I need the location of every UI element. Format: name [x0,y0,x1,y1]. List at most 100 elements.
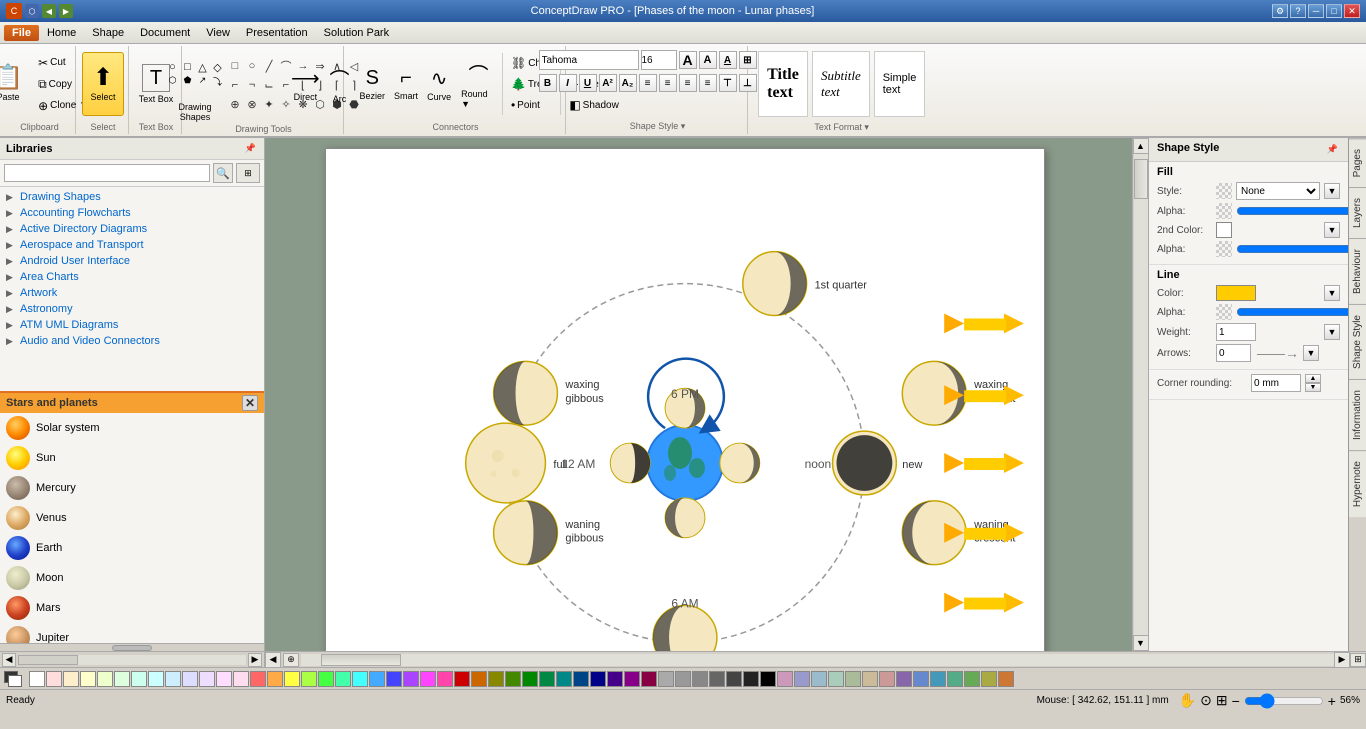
menu-presentation[interactable]: Presentation [238,25,316,41]
font-family-input[interactable] [539,50,639,70]
color-darkteal[interactable] [539,671,555,687]
color-muted4[interactable] [947,671,963,687]
line-arrows-dropdown[interactable]: ▼ [1303,345,1319,361]
side-tab-layers[interactable]: Layers [1349,187,1366,238]
stars-close-btn[interactable]: ✕ [242,395,258,411]
planet-mars[interactable]: Mars [0,593,264,623]
color-pastel6[interactable] [862,671,878,687]
lib-search-btn[interactable]: 🔍 [213,163,233,183]
fill-2ndcolor-dropdown[interactable]: ▼ [1324,222,1340,238]
win-help-btn[interactable]: ? [1290,4,1306,18]
menu-home[interactable]: Home [39,25,84,41]
planet-moon[interactable]: Moon [0,563,264,593]
color-gray2[interactable] [675,671,691,687]
lib-hscroll-right[interactable]: ▶ [248,653,262,667]
color-light12[interactable] [233,671,249,687]
planet-mercury[interactable]: Mercury [0,473,264,503]
menu-view[interactable]: View [198,25,238,41]
side-tab-shape-style[interactable]: Shape Style [1349,304,1366,379]
underline-btn[interactable]: U [579,74,597,92]
color-pink1[interactable] [437,671,453,687]
title-style-btn[interactable]: Titletext [758,51,808,117]
color-pastel2[interactable] [794,671,810,687]
color-black[interactable] [760,671,776,687]
color-gray1[interactable] [658,671,674,687]
corner-up-btn[interactable]: ▲ [1305,374,1321,383]
valign-top-btn[interactable]: ⊤ [719,74,737,92]
subtitle-style-btn[interactable]: Subtitletext [812,51,870,117]
win-settings-btn[interactable]: ⚙ [1272,4,1288,18]
vscroll-thumb[interactable] [1134,159,1148,199]
planet-jupiter[interactable]: Jupiter [0,623,264,643]
color-tool-fg-bg[interactable] [4,671,24,687]
vscroll-down[interactable]: ▼ [1133,635,1149,651]
color-darkmagenta[interactable] [624,671,640,687]
lib-item-aerospace[interactable]: ▶ Aerospace and Transport [2,237,262,253]
color-orange1[interactable] [267,671,283,687]
color-gray3[interactable] [692,671,708,687]
fill-2ndalpha-slider[interactable] [1236,242,1365,256]
color-darkpink[interactable] [641,671,657,687]
canvas-area[interactable]: 1st quarter waxing gibbous waxing cresce… [265,138,1132,651]
bezier-button[interactable]: S Bezier [356,52,389,116]
menu-document[interactable]: Document [132,25,198,41]
color-purple1[interactable] [403,671,419,687]
color-light5[interactable] [114,671,130,687]
color-gray5[interactable] [726,671,742,687]
align-just-btn[interactable]: ≡ [699,74,717,92]
line-weight-input[interactable] [1216,323,1256,341]
hscroll-expand[interactable]: ⊞ [1350,653,1366,667]
color-light7[interactable] [148,671,164,687]
tool-r1[interactable]: ⌐ [226,76,244,94]
lib-item-artwork[interactable]: ▶ Artwork [2,285,262,301]
paste-button[interactable]: 📋 Paste [0,52,31,116]
color-blue1[interactable] [386,671,402,687]
side-tab-information[interactable]: Information [1349,379,1366,450]
color-light10[interactable] [199,671,215,687]
font-size-input[interactable] [641,50,677,70]
fill-alpha-slider[interactable] [1236,204,1365,218]
shape-style-pin[interactable]: 📌 [1325,142,1340,157]
lib-item-atm-uml[interactable]: ▶ ATM UML Diagrams [2,317,262,333]
color-light8[interactable] [165,671,181,687]
color-darkorange[interactable] [471,671,487,687]
color-darklime[interactable] [505,671,521,687]
lib-item-active-directory[interactable]: ▶ Active Directory Diagrams [2,221,262,237]
color-red1[interactable] [250,671,266,687]
tool-rect[interactable]: □ [226,57,244,75]
lib-item-android[interactable]: ▶ Android User Interface [2,253,262,269]
color-light4[interactable] [97,671,113,687]
color-teal1[interactable] [335,671,351,687]
curve-button[interactable]: ∿ Curve [423,52,455,116]
color-darkpurple[interactable] [607,671,623,687]
color-muted2[interactable] [913,671,929,687]
tool-s2[interactable]: ⊗ [243,95,261,113]
smart-button[interactable]: ⌐ Smart [390,52,422,116]
hscroll-left[interactable]: ◀ [265,652,281,668]
color-darkcyan[interactable] [556,671,572,687]
zoom-fit-icon[interactable]: ⊙ [1200,692,1212,709]
align-right-btn[interactable]: ≡ [679,74,697,92]
color-sky1[interactable] [369,671,385,687]
color-darkgreen[interactable] [522,671,538,687]
tool-line[interactable]: ╱ [260,57,278,75]
color-darkblue[interactable] [590,671,606,687]
color-pastel7[interactable] [879,671,895,687]
color-muted7[interactable] [998,671,1014,687]
color-pastel1[interactable] [777,671,793,687]
color-pastel4[interactable] [828,671,844,687]
round-button[interactable]: ⌒ Round ▼ [456,52,501,116]
color-light6[interactable] [131,671,147,687]
hscroll-page-nav[interactable]: ⊕ [283,653,299,667]
tool-s1[interactable]: ⊕ [226,95,244,113]
align-left-btn[interactable]: ≡ [639,74,657,92]
tool-ellipse[interactable]: ○ [243,57,261,75]
font-aa-btn[interactable]: A [719,51,737,69]
color-light2[interactable] [63,671,79,687]
lib-item-area-charts[interactable]: ▶ Area Charts [2,269,262,285]
zoom-in-icon[interactable]: + [1328,693,1336,709]
arc-button[interactable]: ⌒ Arc [325,52,355,116]
direct-button[interactable]: ⟶ Direct [287,52,323,116]
stars-scrollbar[interactable] [0,643,264,651]
hand-tool-icon[interactable]: ✋ [1179,692,1196,709]
